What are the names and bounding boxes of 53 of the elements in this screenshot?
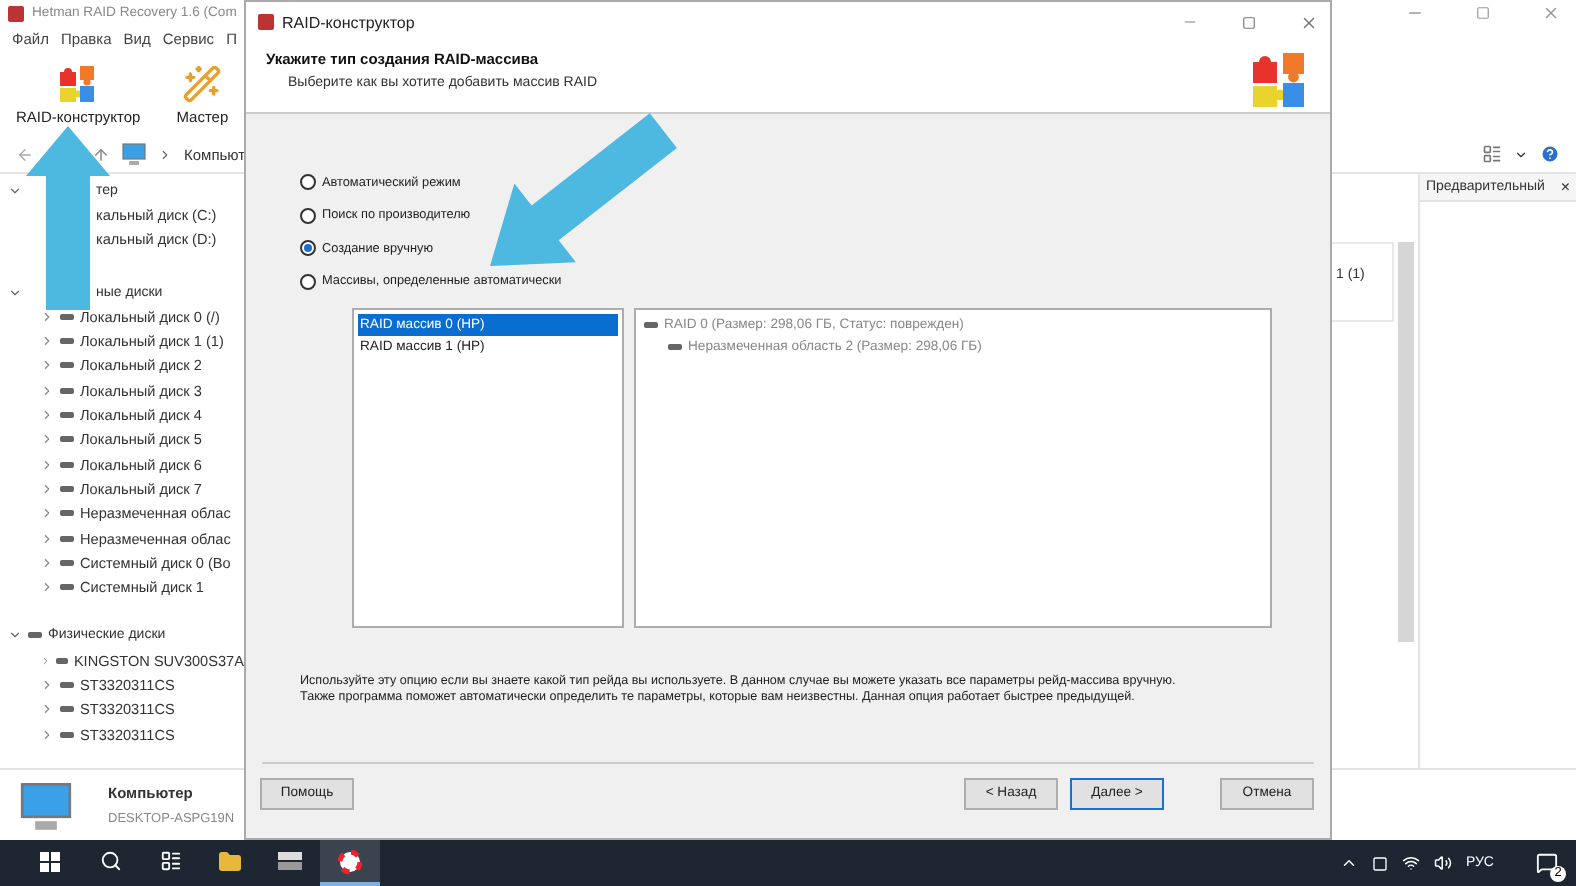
drive-icon (60, 535, 74, 541)
radio-button[interactable] (300, 240, 316, 256)
drive-icon (60, 584, 74, 591)
drive-icon (60, 412, 74, 419)
drive-icon (60, 510, 74, 517)
task-view-icon[interactable] (159, 850, 181, 872)
drive-icon (60, 731, 74, 738)
speaker-icon[interactable] (1433, 854, 1452, 872)
chevron-icon (158, 147, 172, 161)
back-icon[interactable] (16, 145, 34, 163)
close-button[interactable] (1300, 13, 1318, 31)
wand-icon (182, 63, 223, 103)
windows-icon[interactable] (40, 851, 60, 871)
device-icon[interactable] (1371, 855, 1388, 871)
dialog-title: RAID-конструктор (282, 13, 415, 31)
drive-icon (60, 338, 74, 345)
view-icon[interactable] (1482, 144, 1502, 164)
lifebuoy-icon[interactable] (338, 849, 362, 873)
chevron-icon[interactable] (1339, 854, 1358, 872)
drive-icon (60, 681, 74, 688)
drive-icon (60, 559, 74, 566)
help-icon[interactable] (1540, 144, 1560, 164)
radio-button[interactable] (300, 174, 316, 190)
maximize-button[interactable] (1476, 6, 1490, 20)
drive-icon (644, 321, 658, 327)
computer-icon (20, 779, 72, 831)
drive-stack-icon[interactable] (278, 850, 302, 872)
caret-icon[interactable] (1514, 147, 1528, 161)
drive-icon (668, 343, 682, 349)
drive-icon (28, 632, 42, 639)
drive-icon (60, 387, 74, 394)
search-icon[interactable] (99, 850, 121, 872)
drive-icon (60, 461, 74, 468)
monitor-icon (122, 142, 146, 166)
drive-icon (56, 657, 68, 664)
app-icon (258, 14, 274, 30)
scrollbar[interactable] (1398, 242, 1414, 642)
radio-button[interactable] (300, 207, 316, 223)
drive-icon (60, 436, 74, 443)
app-icon (8, 5, 24, 21)
radio-button[interactable] (300, 273, 316, 289)
up-icon[interactable] (92, 145, 110, 163)
puzzle-icon (58, 63, 99, 103)
puzzle-icon (1250, 50, 1310, 110)
drive-icon (60, 706, 74, 713)
folder-icon[interactable] (218, 849, 242, 873)
drive-icon (60, 362, 74, 369)
maximize-button[interactable] (1242, 15, 1256, 29)
drive-icon (60, 313, 74, 320)
drive-icon (60, 485, 74, 492)
wifi-icon[interactable] (1401, 854, 1420, 872)
close-button[interactable]: × (1560, 178, 1570, 196)
close-button[interactable] (1542, 4, 1560, 22)
